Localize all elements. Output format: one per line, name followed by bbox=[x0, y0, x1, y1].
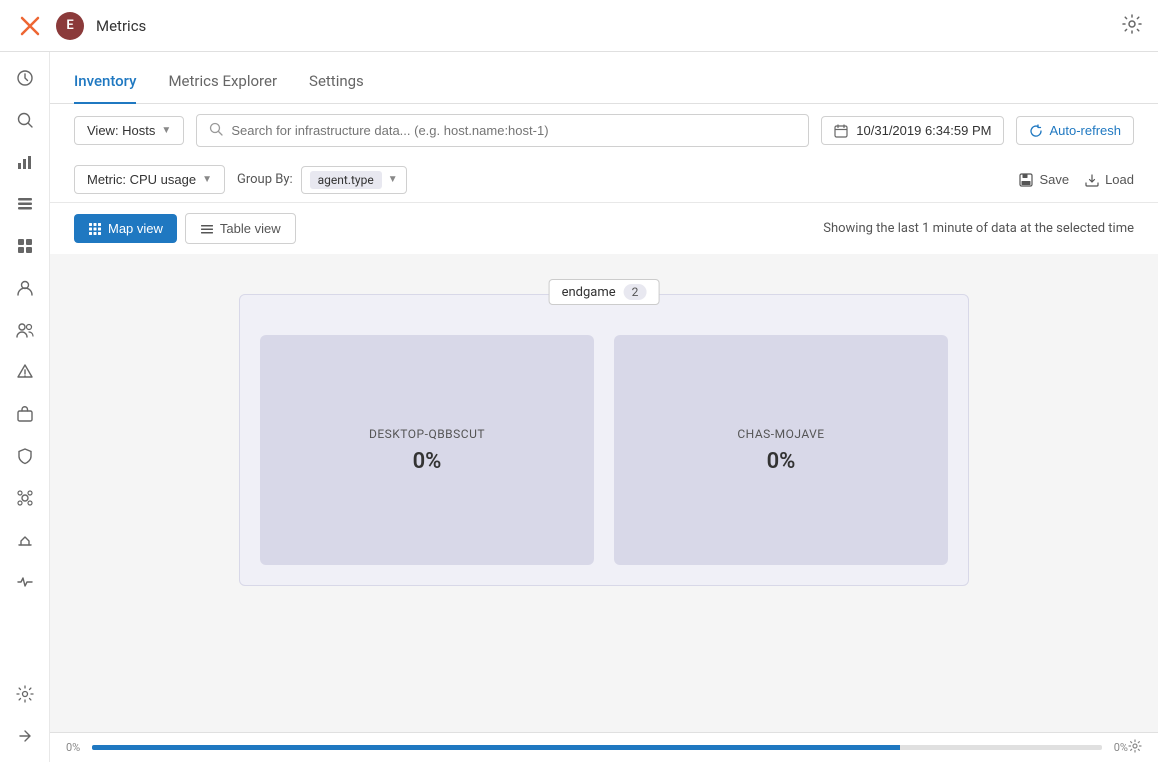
tab-metrics-explorer[interactable]: Metrics Explorer bbox=[168, 72, 277, 104]
sidebar-icon-heartbeat[interactable] bbox=[7, 564, 43, 600]
metric-dropdown[interactable]: Metric: CPU usage ▼ bbox=[74, 165, 225, 194]
chevron-down-icon: ▼ bbox=[202, 174, 212, 185]
sidebar-icon-shield[interactable] bbox=[7, 438, 43, 474]
datetime-picker[interactable]: 10/31/2019 6:34:59 PM bbox=[821, 116, 1004, 145]
groupby-button[interactable]: agent.type ▼ bbox=[301, 166, 407, 194]
view-dropdown[interactable]: View: Hosts ▼ bbox=[74, 116, 184, 145]
host-card-0[interactable]: DESKTOP-QBBSCUT 0% bbox=[260, 335, 594, 565]
search-box[interactable] bbox=[196, 114, 809, 147]
main-layout: Inventory Metrics Explorer Settings View… bbox=[0, 52, 1158, 762]
app-logo bbox=[16, 12, 44, 40]
group-count: 2 bbox=[624, 284, 647, 300]
group-label: endgame 2 bbox=[549, 279, 660, 305]
tab-settings[interactable]: Settings bbox=[309, 72, 364, 104]
bottom-right-pct: 0% bbox=[1114, 741, 1128, 754]
sidebar-icon-expand[interactable] bbox=[7, 718, 43, 754]
bottom-gear-icon[interactable] bbox=[1128, 739, 1142, 757]
showing-text: Showing the last 1 minute of data at the… bbox=[823, 221, 1134, 236]
sidebar-icon-list[interactable] bbox=[7, 186, 43, 222]
content-area: Inventory Metrics Explorer Settings View… bbox=[50, 52, 1158, 762]
map-view-button[interactable]: Map view bbox=[74, 214, 177, 243]
sidebar-icon-cases[interactable] bbox=[7, 396, 43, 432]
topbar: E Metrics bbox=[0, 0, 1158, 52]
toolbar-row-2: Metric: CPU usage ▼ Group By: agent.type… bbox=[50, 157, 1158, 203]
sidebar-icon-user[interactable] bbox=[7, 270, 43, 306]
view-toggle-row: Map view Table view Showing the last 1 m… bbox=[50, 203, 1158, 254]
datetime-value: 10/31/2019 6:34:59 PM bbox=[856, 123, 991, 138]
gear-icon[interactable] bbox=[1122, 14, 1142, 38]
sidebar-icon-clock[interactable] bbox=[7, 60, 43, 96]
host-name-1: chas-mojave bbox=[737, 427, 824, 441]
group-container: endgame 2 DESKTOP-QBBSCUT 0% chas-mojave… bbox=[239, 294, 969, 586]
app-title: Metrics bbox=[96, 17, 1110, 35]
chevron-down-icon: ▼ bbox=[388, 174, 398, 185]
sidebar-icon-chart[interactable] bbox=[7, 144, 43, 180]
save-button[interactable]: Save bbox=[1019, 172, 1069, 187]
table-view-button[interactable]: Table view bbox=[185, 213, 296, 244]
sidebar-icon-search[interactable] bbox=[7, 102, 43, 138]
search-icon bbox=[209, 121, 223, 140]
groupby-container: Group By: agent.type ▼ bbox=[237, 166, 407, 194]
auto-refresh-label: Auto-refresh bbox=[1049, 123, 1121, 138]
host-card-1[interactable]: chas-mojave 0% bbox=[614, 335, 948, 565]
sidebar-icon-ml[interactable] bbox=[7, 522, 43, 558]
toolbar-row-1: View: Hosts ▼ 10/31/2019 6:34:59 PM Auto… bbox=[50, 104, 1158, 157]
sidebar-icon-settings[interactable] bbox=[7, 676, 43, 712]
group-name: endgame bbox=[562, 285, 616, 300]
sidebar-icon-grid[interactable] bbox=[7, 228, 43, 264]
host-name-0: DESKTOP-QBBSCUT bbox=[369, 427, 485, 441]
bottom-left-pct: 0% bbox=[66, 741, 80, 754]
sidebar bbox=[0, 52, 50, 762]
host-metric-0: 0% bbox=[413, 449, 442, 474]
groupby-tag: agent.type bbox=[310, 171, 382, 189]
sidebar-icon-users[interactable] bbox=[7, 312, 43, 348]
host-cards: DESKTOP-QBBSCUT 0% chas-mojave 0% bbox=[260, 335, 948, 565]
map-area: endgame 2 DESKTOP-QBBSCUT 0% chas-mojave… bbox=[50, 254, 1158, 732]
sidebar-icon-integrations[interactable] bbox=[7, 480, 43, 516]
save-load-group: Save Load bbox=[1019, 172, 1134, 187]
auto-refresh-button[interactable]: Auto-refresh bbox=[1016, 116, 1134, 145]
load-button[interactable]: Load bbox=[1085, 172, 1134, 187]
load-label: Load bbox=[1105, 172, 1134, 187]
sidebar-icon-alerts[interactable] bbox=[7, 354, 43, 390]
bottom-bar: 0% 0% bbox=[50, 732, 1158, 762]
search-input[interactable] bbox=[231, 123, 796, 138]
host-metric-1: 0% bbox=[767, 449, 796, 474]
save-label: Save bbox=[1039, 172, 1069, 187]
groupby-label: Group By: bbox=[237, 172, 293, 187]
tabbar: Inventory Metrics Explorer Settings bbox=[50, 52, 1158, 104]
user-avatar-e: E bbox=[56, 12, 84, 40]
table-view-label: Table view bbox=[220, 221, 281, 236]
bottom-scrollbar[interactable] bbox=[92, 745, 1102, 750]
map-view-label: Map view bbox=[108, 221, 163, 236]
tab-inventory[interactable]: Inventory bbox=[74, 72, 136, 104]
chevron-down-icon: ▼ bbox=[161, 125, 171, 136]
